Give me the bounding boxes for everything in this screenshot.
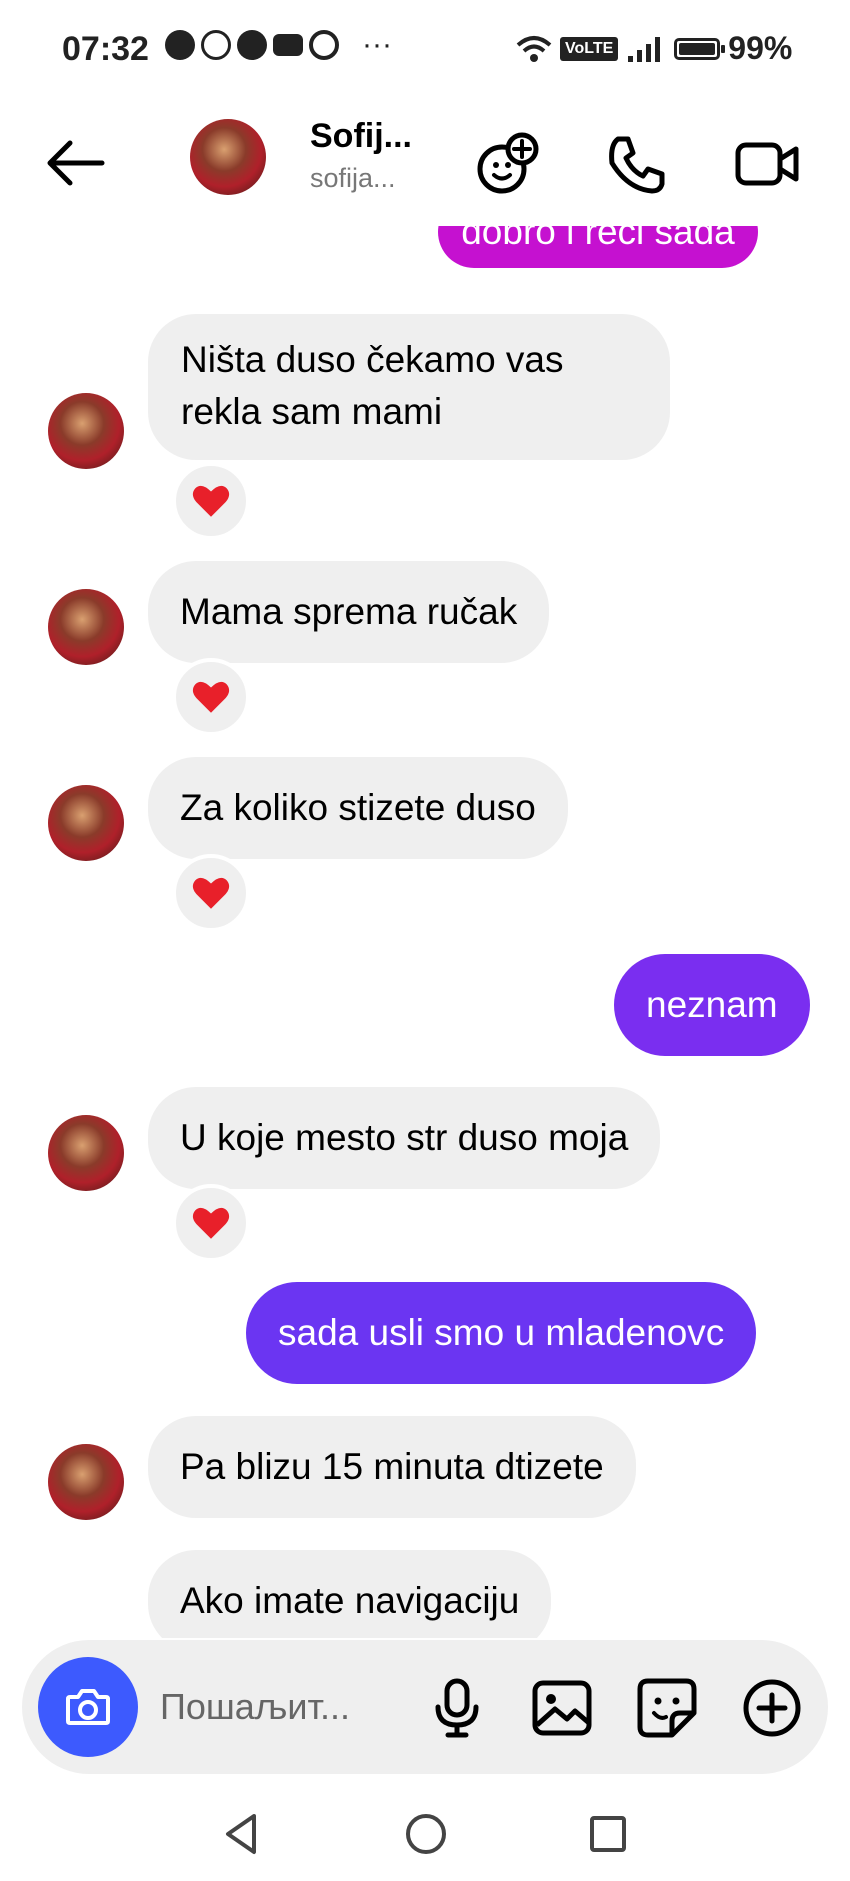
sticker-button[interactable] [632, 1673, 702, 1743]
gallery-button[interactable] [527, 1673, 597, 1743]
message-text: sada usli smo u mladenovc [278, 1312, 725, 1353]
camera-button[interactable] [38, 1657, 138, 1757]
message-bubble-incoming[interactable]: U koje mesto str duso moja [148, 1087, 661, 1189]
sticker-icon [637, 1678, 697, 1738]
nav-home-button[interactable] [396, 1804, 456, 1864]
nav-recents-icon [590, 1816, 626, 1852]
camera-icon [66, 1689, 110, 1725]
message-text-line: Ništa duso čekamo vas [181, 339, 564, 380]
volte-badge: VoLTE [560, 36, 619, 61]
youtube-icon [273, 34, 303, 56]
viber-icon [201, 30, 231, 60]
heart-icon [192, 485, 230, 517]
heart-icon [192, 681, 230, 713]
voice-message-button[interactable] [422, 1673, 492, 1743]
plus-icon [743, 1679, 801, 1737]
message-bubble-outgoing[interactable]: sada usli smo u mladenovc [246, 1282, 757, 1384]
heart-icon [192, 877, 230, 909]
more-options-button[interactable] [737, 1673, 807, 1743]
sender-avatar[interactable] [48, 393, 124, 469]
nav-back-button[interactable] [212, 1804, 272, 1864]
phone-icon [609, 136, 665, 194]
nav-home-icon [406, 1814, 446, 1854]
message-bubble-incoming[interactable]: Za koliko stizete duso [148, 757, 568, 859]
sender-avatar[interactable] [48, 589, 124, 665]
nav-recents-button[interactable] [578, 1804, 638, 1864]
system-nav-bar [0, 1790, 850, 1881]
heart-icon [192, 1207, 230, 1239]
video-call-button[interactable] [732, 129, 802, 199]
contact-avatar[interactable] [190, 119, 266, 195]
message-list[interactable]: dobro i reci sada Ništa duso čekamo vas … [0, 226, 850, 1638]
message-text: U koje mesto str duso moja [180, 1117, 629, 1158]
sender-avatar[interactable] [48, 1444, 124, 1520]
status-bar: 07:32 ··· VoLTE 99% [0, 0, 850, 100]
message-bubble-incoming[interactable]: Ništa duso čekamo vas rekla sam mami [148, 314, 670, 460]
reaction-badge[interactable] [172, 1184, 250, 1262]
message-text: neznam [646, 984, 778, 1025]
back-button[interactable] [40, 133, 110, 193]
message-bubble-incoming[interactable]: Ako imate navigaciju [148, 1550, 552, 1638]
sender-avatar[interactable] [48, 1115, 124, 1191]
contact-name[interactable]: Sofij... [310, 117, 412, 156]
message-composer [22, 1640, 828, 1774]
message-text: dobro i reci sada [461, 226, 735, 252]
message-bubble-outgoing[interactable]: neznam [614, 954, 810, 1056]
back-arrow-icon [47, 140, 105, 186]
message-text-line: rekla sam mami [181, 391, 443, 432]
effects-icon [477, 132, 539, 194]
message-text: Pa blizu 15 minuta dtizete [180, 1446, 604, 1487]
video-icon [735, 142, 799, 186]
message-text: Mama sprema ručak [180, 591, 518, 632]
nav-back-icon [226, 1814, 256, 1854]
reaction-badge[interactable] [172, 854, 250, 932]
microphone-icon [435, 1678, 479, 1738]
battery-level [679, 42, 715, 55]
message-bubble-outgoing[interactable]: dobro i reci sada [438, 226, 758, 268]
effects-button[interactable] [472, 129, 542, 199]
signal-icon [628, 36, 661, 62]
reaction-badge[interactable] [172, 658, 250, 736]
message-bubble-incoming[interactable]: Mama sprema ručak [148, 561, 550, 663]
chat-bubble-icon [165, 30, 195, 60]
message-input[interactable] [160, 1684, 390, 1730]
battery-icon [674, 37, 726, 60]
call-button[interactable] [602, 129, 672, 199]
sender-avatar[interactable] [48, 785, 124, 861]
message-text: Ako imate navigaciju [180, 1580, 520, 1621]
battery-percent: 99% [728, 30, 793, 66]
facebook-icon [237, 30, 267, 60]
gallery-icon [532, 1680, 592, 1736]
system-status: VoLTE 99% [516, 30, 792, 67]
notification-icons [165, 30, 339, 60]
message-bubble-incoming[interactable]: Pa blizu 15 minuta dtizete [148, 1416, 636, 1518]
reaction-badge[interactable] [172, 462, 250, 540]
more-notifications: ··· [362, 28, 392, 61]
wifi-icon [516, 35, 552, 62]
contact-username[interactable]: sofija... [310, 163, 396, 194]
chrome-icon [309, 30, 339, 60]
chat-header: Sofij... sofija... [0, 105, 850, 225]
status-time: 07:32 [62, 30, 149, 68]
message-text: Za koliko stizete duso [180, 787, 536, 828]
